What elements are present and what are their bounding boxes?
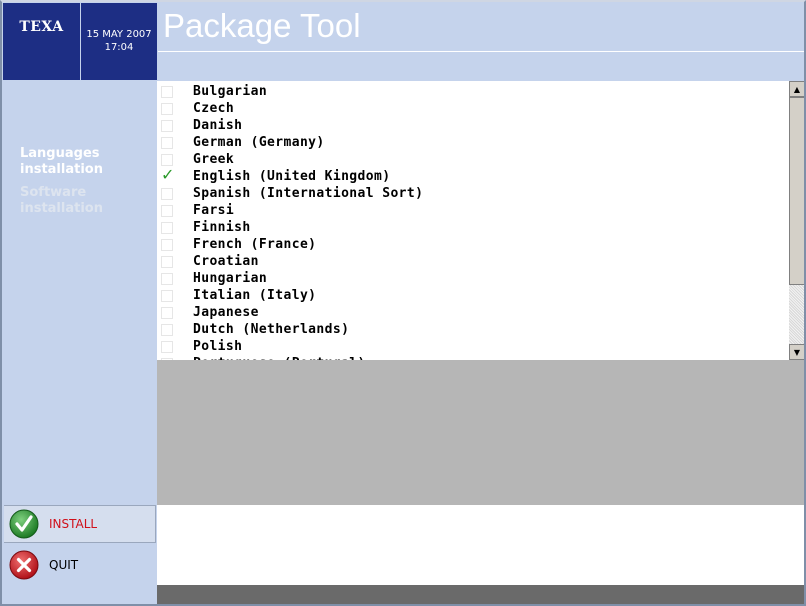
- language-checkbox[interactable]: ✓: [161, 166, 174, 183]
- list-item[interactable]: Greek: [157, 151, 789, 168]
- language-label: Farsi: [193, 203, 235, 218]
- header-divider: [158, 51, 804, 52]
- language-checkbox[interactable]: [161, 238, 173, 251]
- language-label: Greek: [193, 152, 235, 167]
- page-title: Package Tool: [163, 7, 361, 44]
- scroll-thumb[interactable]: [789, 97, 804, 285]
- language-label: Spanish (International Sort): [193, 186, 424, 201]
- list-item[interactable]: German (Germany): [157, 134, 789, 151]
- checkmark-icon: ✓: [161, 164, 175, 184]
- language-label: Japanese: [193, 305, 259, 320]
- language-label: English (United Kingdom): [193, 169, 391, 184]
- details-panel: [157, 360, 804, 505]
- date-text: 15 MAY 2007: [86, 29, 152, 40]
- language-checkbox[interactable]: [161, 85, 173, 98]
- language-checkbox[interactable]: [161, 187, 173, 200]
- app-window: TEXA 15 MAY 2007 17:04 Package Tool Lang…: [0, 0, 806, 606]
- language-label: French (France): [193, 237, 317, 252]
- install-button[interactable]: INSTALL: [4, 505, 156, 543]
- list-item[interactable]: French (France): [157, 236, 789, 253]
- checkmark-icon: [9, 509, 39, 539]
- language-list: Bulgarian Czech Danish German (Germany) Gree…: [157, 81, 789, 360]
- list-item[interactable]: Japanese: [157, 304, 789, 321]
- nav-item-software-installation[interactable]: Software installation: [20, 185, 150, 217]
- language-checkbox[interactable]: [161, 340, 173, 353]
- list-item[interactable]: ✓ English (United Kingdom): [157, 166, 789, 185]
- list-item[interactable]: Danish: [157, 117, 789, 134]
- language-label: Hungarian: [193, 271, 268, 286]
- info-panel: [157, 505, 804, 585]
- list-item[interactable]: Croatian: [157, 253, 789, 270]
- language-label: Croatian: [193, 254, 259, 269]
- close-icon: [9, 550, 39, 580]
- list-item[interactable]: Polish: [157, 338, 789, 355]
- quit-label: QUIT: [49, 558, 79, 572]
- list-item[interactable]: Farsi: [157, 202, 789, 219]
- language-label: Bulgarian: [193, 84, 268, 99]
- language-checkbox[interactable]: [161, 119, 173, 132]
- language-checkbox[interactable]: [161, 204, 173, 217]
- list-item[interactable]: Hungarian: [157, 270, 789, 287]
- language-checkbox[interactable]: [161, 306, 173, 319]
- scroll-down-button[interactable]: ▼: [789, 344, 804, 360]
- brand-logo-box: TEXA: [3, 3, 80, 80]
- time-text: 17:04: [104, 42, 134, 53]
- datetime-box: 15 MAY 2007 17:04: [81, 3, 157, 80]
- install-label: INSTALL: [49, 517, 98, 531]
- language-checkbox[interactable]: [161, 136, 173, 149]
- list-scrollbar[interactable]: ▲ ▼: [789, 81, 804, 360]
- status-bar: [157, 585, 804, 604]
- language-label: Polish: [193, 339, 243, 354]
- language-checkbox[interactable]: [161, 323, 173, 336]
- language-checkbox[interactable]: [161, 153, 173, 166]
- left-nav: Languages installation Software installa…: [3, 81, 157, 505]
- list-item[interactable]: Bulgarian: [157, 83, 789, 100]
- scroll-up-button[interactable]: ▲: [789, 81, 804, 97]
- language-label: Czech: [193, 101, 235, 116]
- list-item[interactable]: Dutch (Netherlands): [157, 321, 789, 338]
- action-panel: INSTALL QUIT: [3, 505, 157, 604]
- language-label: Finnish: [193, 220, 251, 235]
- language-checkbox[interactable]: [161, 289, 173, 302]
- language-label: Dutch (Netherlands): [193, 322, 350, 337]
- list-item[interactable]: Italian (Italy): [157, 287, 789, 304]
- list-item[interactable]: Spanish (International Sort): [157, 185, 789, 202]
- language-label: Italian (Italy): [193, 288, 317, 303]
- language-label: German (Germany): [193, 135, 325, 150]
- list-item[interactable]: Czech: [157, 100, 789, 117]
- language-label: Danish: [193, 118, 243, 133]
- language-checkbox[interactable]: [161, 102, 173, 115]
- brand-logo: TEXA: [19, 19, 64, 35]
- scroll-track[interactable]: [789, 285, 804, 344]
- nav-item-languages-installation[interactable]: Languages installation: [20, 146, 150, 178]
- list-item[interactable]: Finnish: [157, 219, 789, 236]
- quit-button[interactable]: QUIT: [4, 546, 156, 584]
- language-checkbox[interactable]: [161, 272, 173, 285]
- header-bar: Package Tool: [158, 3, 804, 80]
- language-checkbox[interactable]: [161, 255, 173, 268]
- language-checkbox[interactable]: [161, 221, 173, 234]
